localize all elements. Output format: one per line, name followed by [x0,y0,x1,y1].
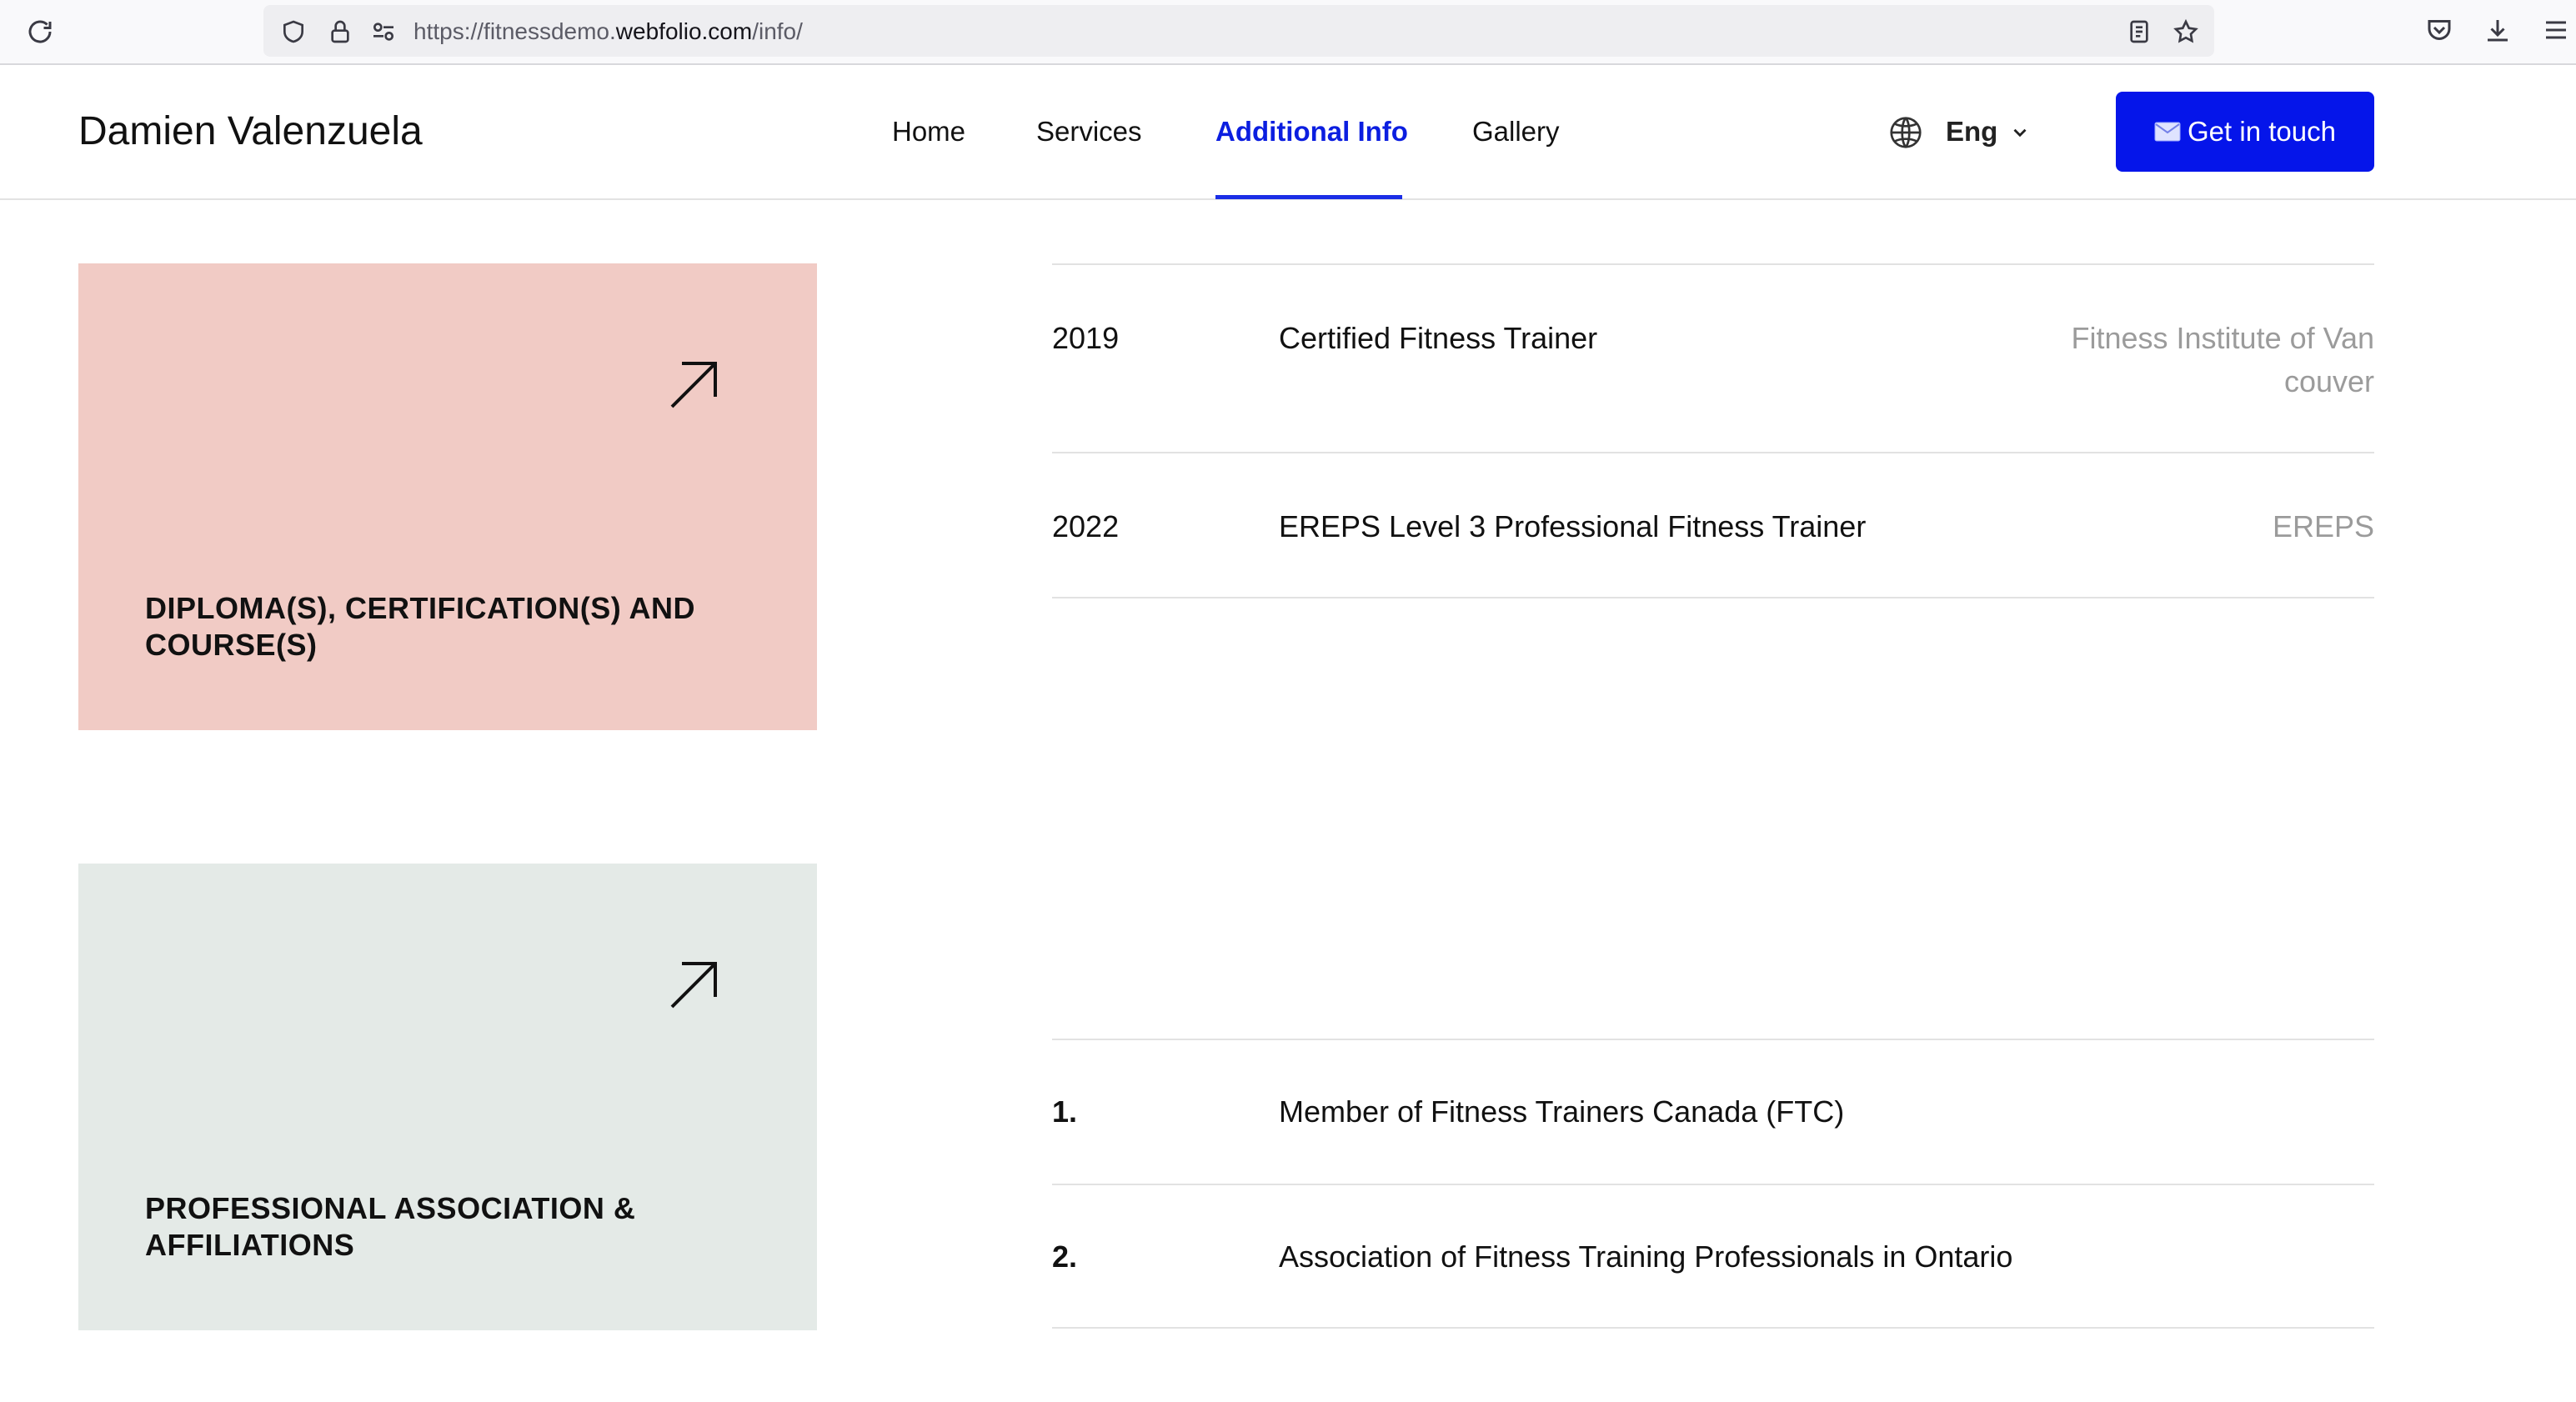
associations-card[interactable]: PROFESSIONAL ASSOCIATION & AFFILIATIONS [78,864,817,1330]
certification-issuer: EREPS [2272,509,2374,543]
get-in-touch-label: Get in touch [2188,116,2336,147]
site-header: Damien Valenzuela Home Services Addition… [0,65,2576,200]
url-path: /info/ [752,18,803,44]
certifications-list: 2019 Certified Fitness Trainer Fitness I… [1052,263,2374,598]
envelope-icon [2154,122,2181,142]
diplomas-card-title: DIPLOMA(S), CERTIFICATION(S) AND COURSE(… [145,591,695,662]
language-selector[interactable]: Eng [1946,113,1997,150]
association-row: 2. Association of Fitness Training Profe… [1052,1184,2374,1329]
association-number: 1. [1052,1094,1078,1129]
diplomas-card[interactable]: DIPLOMA(S), CERTIFICATION(S) AND COURSE(… [78,263,817,730]
download-icon[interactable] [2483,15,2513,45]
arrow-up-right-icon [670,962,717,1009]
site-brand[interactable]: Damien Valenzuela [78,105,423,158]
address-bar[interactable]: https://fitnessdemo.webfolio.com/info/ [263,5,2214,57]
chevron-down-icon[interactable] [2009,122,2031,143]
shield-icon[interactable] [280,18,307,45]
association-row: 1. Member of Fitness Trainers Canada (FT… [1052,1039,2374,1184]
reader-view-icon[interactable] [2126,18,2153,45]
get-in-touch-button[interactable]: Get in touch [2116,92,2374,172]
certification-name: Certified Fitness Trainer [1279,321,1598,355]
certification-issuer: Fitness Institute of Vancouver [2071,321,2374,398]
active-nav-indicator [1215,195,1402,199]
nav-home[interactable]: Home [892,113,965,150]
association-name: Association of Fitness Training Professi… [1279,1239,2013,1274]
menu-icon[interactable] [2541,15,2571,45]
certification-year: 2019 [1052,321,1120,355]
bookmark-star-icon[interactable] [2173,18,2199,45]
reload-icon[interactable] [25,17,55,47]
association-name: Member of Fitness Trainers Canada (FTC) [1279,1094,1845,1129]
permissions-icon[interactable] [370,18,397,45]
nav-additional-info[interactable]: Additional Info [1215,113,1408,150]
nav-gallery[interactable]: Gallery [1472,113,1560,150]
browser-toolbar: https://fitnessdemo.webfolio.com/info/ [0,0,2576,65]
nav-services[interactable]: Services [1036,113,1142,150]
associations-list: 1. Member of Fitness Trainers Canada (FT… [1052,1039,2374,1329]
certification-name: EREPS Level 3 Professional Fitness Train… [1279,509,1867,543]
association-number: 2. [1052,1239,1078,1274]
url-prefix: https://fitnessdemo. [413,18,616,44]
certification-row: 2019 Certified Fitness Trainer Fitness I… [1052,263,2374,452]
lock-icon[interactable] [327,18,353,45]
pocket-icon[interactable] [2424,15,2454,45]
url-text: https://fitnessdemo.webfolio.com/info/ [413,18,803,45]
certification-year: 2022 [1052,509,1120,543]
associations-card-title: PROFESSIONAL ASSOCIATION & AFFILIATIONS [145,1191,636,1262]
url-host: webfolio.com [615,18,753,44]
arrow-up-right-icon [670,362,717,408]
globe-icon[interactable] [1886,113,1926,152]
certification-row: 2022 EREPS Level 3 Professional Fitness … [1052,452,2374,598]
